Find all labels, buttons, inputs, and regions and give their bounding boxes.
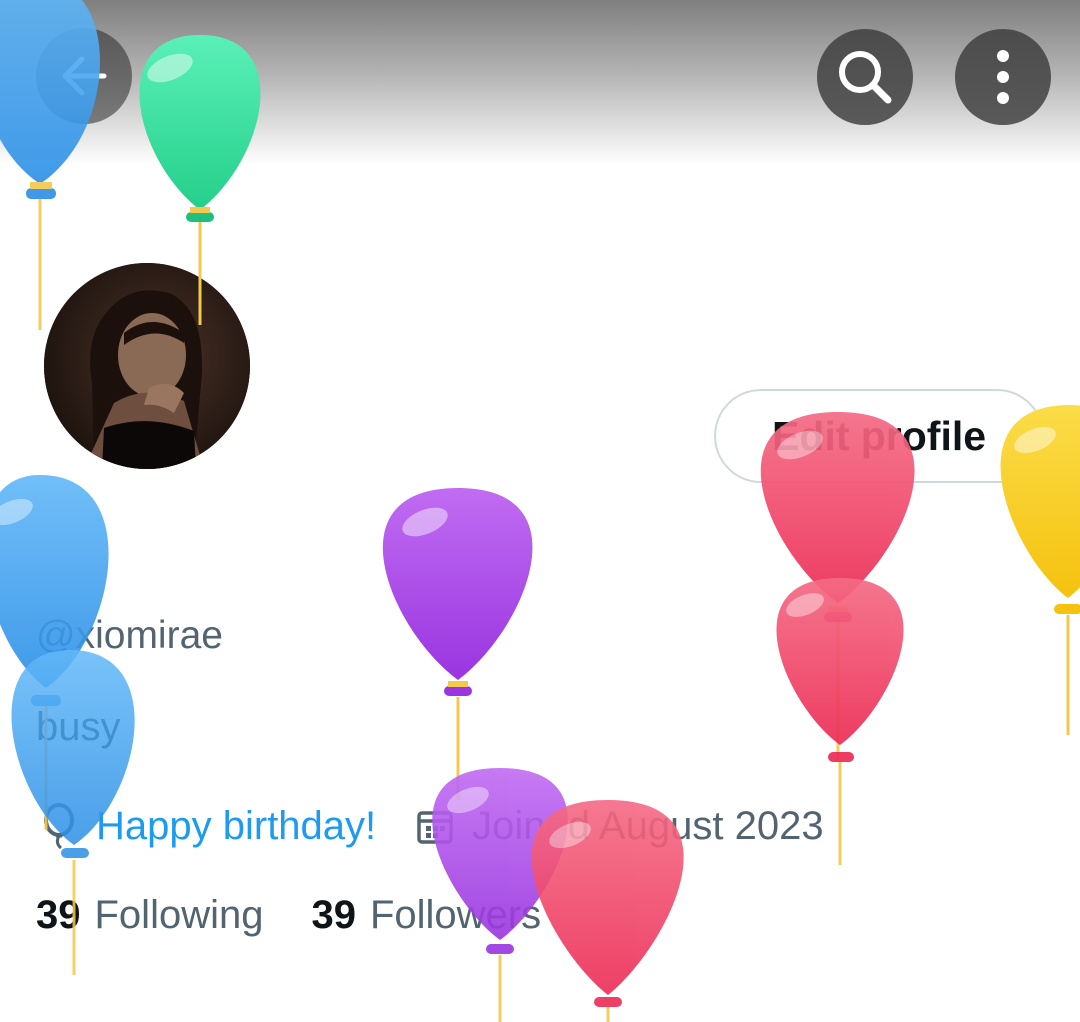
birthday-link[interactable]: Happy birthday! xyxy=(96,804,376,849)
profile-photo xyxy=(44,263,250,469)
profile-meta: Happy birthday! Joined August 2023 xyxy=(36,800,824,852)
user-bio: busy xyxy=(36,705,121,749)
followers-count: 39 xyxy=(311,893,356,937)
more-vertical-icon xyxy=(997,50,1009,104)
balloon-icon xyxy=(36,803,82,849)
user-handle: @xiomirae xyxy=(36,614,223,657)
following-link[interactable]: 39 Following xyxy=(36,893,263,938)
search-button[interactable] xyxy=(817,29,913,125)
calendar-icon xyxy=(412,803,458,849)
search-icon xyxy=(839,51,892,104)
following-count: 39 xyxy=(36,893,81,937)
edit-profile-button[interactable]: Edit profile xyxy=(714,389,1044,483)
follow-stats: 39 Following 39 Followers xyxy=(36,893,541,938)
back-button[interactable] xyxy=(36,28,132,124)
arrow-left-icon xyxy=(62,56,107,96)
following-label: Following xyxy=(94,893,264,937)
balloon-purple xyxy=(382,488,533,800)
avatar[interactable] xyxy=(44,263,250,469)
more-options-button[interactable] xyxy=(955,29,1051,125)
joined-date: Joined August 2023 xyxy=(472,803,824,848)
followers-label: Followers xyxy=(369,893,542,937)
profile-banner xyxy=(0,0,1080,165)
followers-link[interactable]: 39 Followers xyxy=(311,893,541,938)
